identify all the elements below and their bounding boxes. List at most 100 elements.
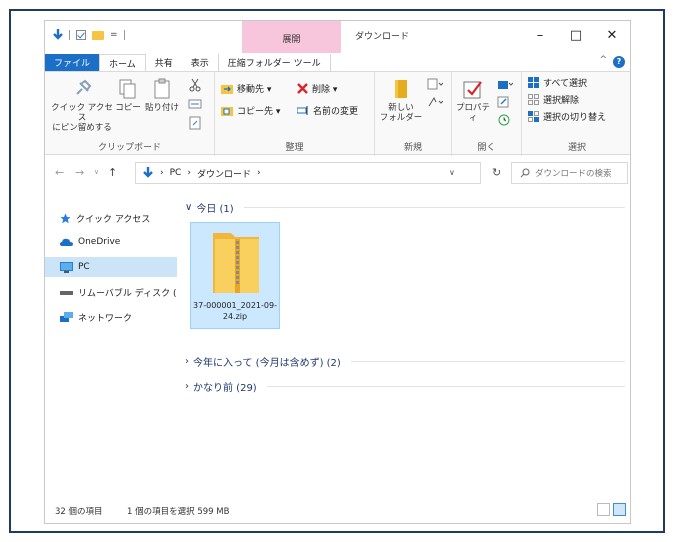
divider — [243, 207, 625, 208]
move-to-button[interactable]: 移動先 ▾ — [221, 82, 271, 95]
download-folder-icon — [143, 167, 153, 178]
removable-drive-icon — [60, 291, 73, 295]
select-group-label: 選択 — [567, 143, 586, 153]
invert-selection-label: 選択の切り替え — [543, 113, 607, 123]
breadcrumb-separator: › — [256, 168, 261, 178]
window-controls: – □ ✕ — [522, 21, 630, 49]
context-tab-header: 展開 — [282, 35, 301, 45]
refresh-icon[interactable]: ↻ — [492, 166, 501, 179]
properties-check-icon[interactable] — [76, 30, 86, 40]
tab-share[interactable]: 共有 — [146, 54, 182, 71]
copy-path-icon[interactable] — [188, 98, 202, 110]
nav-item-label: クイック アクセス — [76, 214, 151, 225]
rename-button[interactable]: 名前の変更 — [297, 104, 358, 117]
new-folder-label-1: 新しい — [388, 103, 414, 113]
divider — [350, 361, 625, 362]
history-icon[interactable] — [497, 114, 511, 126]
details-view-icon[interactable] — [597, 503, 610, 516]
copy-to-button[interactable]: コピー先 ▾ — [221, 104, 280, 117]
minimize-button[interactable]: – — [522, 21, 558, 49]
download-arrow-icon[interactable] — [53, 29, 63, 41]
qat-dropdown-button[interactable]: = — [110, 30, 118, 40]
group-label: かなり前 (29) — [193, 383, 257, 394]
back-arrow-icon[interactable]: ← — [55, 166, 64, 179]
nav-item-removable-disk[interactable]: リムーバブル ディスク ( — [45, 282, 177, 302]
easy-access-icon[interactable] — [427, 96, 443, 108]
move-to-label: 移動先 ▾ — [237, 85, 272, 95]
status-bar: 32 個の項目 1 個の項目を選択 599 MB — [45, 497, 630, 523]
forward-arrow-icon[interactable]: → — [75, 166, 84, 179]
move-to-icon — [221, 85, 233, 94]
divider — [69, 30, 70, 40]
address-dropdown-icon[interactable]: ∨ — [449, 168, 455, 177]
select-group: すべて選択 選択解除 選択の切り替え 選択 — [522, 72, 630, 156]
clipboard-group: クイック アクセス にピン留めする コピー 貼り付け クリップボード — [45, 72, 215, 156]
file-item[interactable]: 37-000001_2021-09-24.zip — [190, 222, 280, 329]
new-folder-icon — [395, 80, 407, 98]
delete-icon — [297, 83, 308, 94]
tab-compressed-folder-tools[interactable]: 圧縮フォルダー ツール — [217, 54, 331, 71]
group-header-today[interactable]: ∨ 今日 (1) — [185, 200, 625, 215]
file-name: 37-000001_2021-09-24.zip — [193, 301, 277, 321]
nav-item-network[interactable]: ネットワーク — [45, 307, 177, 327]
nav-item-label: リムーバブル ディスク ( — [78, 288, 177, 299]
new-folder-icon[interactable] — [92, 30, 104, 40]
up-arrow-icon[interactable]: ↑ — [108, 166, 117, 179]
paste-button[interactable]: 貼り付け — [145, 78, 179, 113]
paste-shortcut-icon[interactable] — [188, 116, 202, 130]
address-bar[interactable]: › PC › ダウンロード › — [135, 162, 481, 184]
window-title: ダウンロード — [355, 32, 410, 42]
maximize-button[interactable]: □ — [558, 21, 594, 49]
navigation-pane: クイック アクセス OneDrive PC リムーバブル ディスク ( ネットワ… — [45, 196, 177, 496]
organize-group-label: 整理 — [285, 143, 304, 153]
new-folder-button[interactable]: 新しい フォルダー — [379, 78, 423, 123]
new-item-icon[interactable] — [427, 78, 443, 90]
divider — [123, 30, 125, 40]
nav-item-label: ネットワーク — [78, 313, 133, 324]
group-header-this-year[interactable]: › 今年に入って (今月は含めず) (2) — [185, 354, 625, 369]
copy-button[interactable]: コピー — [115, 78, 141, 113]
chevron-down-icon: ∨ — [185, 202, 193, 213]
tab-home[interactable]: ホーム — [99, 54, 146, 71]
select-all-button[interactable]: すべて選択 — [528, 76, 587, 89]
delete-label: 削除 ▾ — [312, 85, 338, 95]
delete-button[interactable]: 削除 ▾ — [297, 82, 337, 95]
invert-selection-icon — [528, 111, 539, 122]
search-input[interactable]: ダウンロードの検索 — [511, 162, 628, 184]
properties-label: プロパティ — [455, 103, 490, 123]
select-all-icon — [528, 77, 539, 88]
breadcrumb-downloads[interactable]: ダウンロード — [197, 167, 251, 180]
new-group-label: 新規 — [403, 143, 422, 153]
tab-file[interactable]: ファイル — [45, 54, 100, 71]
pin-label-1: クイック アクセス — [51, 103, 113, 123]
large-icons-view-icon[interactable] — [613, 503, 626, 516]
properties-icon — [463, 81, 482, 99]
select-all-label: すべて選択 — [543, 79, 588, 89]
star-icon — [60, 213, 71, 223]
edit-icon[interactable] — [497, 96, 511, 108]
rename-icon — [297, 106, 308, 115]
recent-chevron-icon[interactable]: ∨ — [94, 168, 99, 176]
breadcrumb-pc[interactable]: PC — [170, 168, 182, 178]
pin-quick-access-button[interactable]: クイック アクセス にピン留めする — [51, 78, 113, 133]
help-icon[interactable]: ? — [613, 56, 625, 68]
group-header-long-ago[interactable]: › かなり前 (29) — [185, 379, 625, 394]
nav-item-label: OneDrive — [78, 237, 121, 247]
close-button[interactable]: ✕ — [594, 21, 630, 49]
select-none-button[interactable]: 選択解除 — [528, 93, 579, 106]
properties-button[interactable]: プロパティ — [455, 78, 491, 123]
file-list: ∨ 今日 (1) 37-000001_2021-09-24.zip › 今年に入… — [179, 191, 629, 501]
pin-label-2: にピン留めする — [52, 123, 112, 133]
nav-item-quick-access[interactable]: クイック アクセス — [45, 208, 177, 228]
tab-view[interactable]: 表示 — [182, 54, 218, 71]
open-icon[interactable] — [497, 78, 513, 90]
nav-item-pc[interactable]: PC — [45, 257, 177, 277]
pin-icon — [76, 79, 92, 95]
invert-selection-button[interactable]: 選択の切り替え — [528, 110, 606, 123]
collapse-ribbon-button[interactable]: ^ — [599, 55, 607, 65]
cut-icon[interactable] — [188, 78, 202, 92]
ribbon-tabs: ファイル ホーム 共有 表示 圧縮フォルダー ツール — [45, 54, 630, 71]
computer-icon — [60, 261, 73, 273]
nav-item-onedrive[interactable]: OneDrive — [45, 232, 177, 252]
search-icon — [520, 168, 530, 178]
